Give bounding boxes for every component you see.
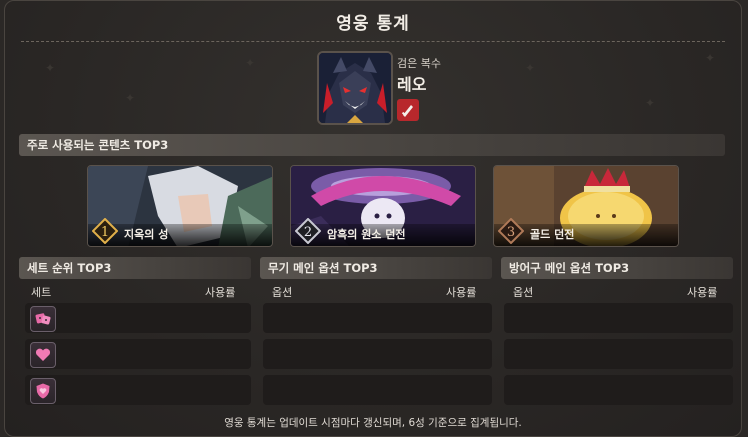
- set-section-header: 세트 순위 TOP3: [19, 257, 251, 279]
- sparkle-decoration: ✦: [525, 61, 536, 75]
- content-name: 골드 던전: [530, 228, 575, 241]
- set-row[interactable]: [25, 303, 251, 333]
- set-row[interactable]: [25, 375, 251, 405]
- armor-option-column-label: 옵션: [513, 286, 534, 299]
- hero-subtitle: 검은 복수: [397, 57, 441, 70]
- set-usage-column-label: 사용률: [205, 286, 236, 299]
- sparkle-decoration: ✦: [245, 56, 256, 70]
- armor-usage-column-label: 사용률: [687, 286, 718, 299]
- weapon-option-row[interactable]: [263, 375, 492, 405]
- content-card-2[interactable]: 2 암흑의 원소 던전: [290, 165, 476, 247]
- svg-text:2: 2: [304, 225, 312, 240]
- svg-text:3: 3: [507, 225, 515, 240]
- armor-option-row[interactable]: [504, 303, 733, 333]
- armor-option-row[interactable]: [504, 339, 733, 369]
- armor-section-header: 방어구 메인 옵션 TOP3: [501, 257, 733, 279]
- footer-note: 영웅 통계는 업데이트 시점마다 갱신되며, 6성 기준으로 집계됩니다.: [224, 417, 522, 429]
- knight-sword-icon: [397, 99, 419, 121]
- hero-stats-panel: ✦ ✦ ✦ ✦ ✦ ✦ 영웅 통계 검은 복수 레오 주로 사용되는 콘텐츠 T…: [4, 0, 742, 437]
- sparkle-decoration: ✦: [705, 51, 716, 65]
- weapon-option-row[interactable]: [263, 303, 492, 333]
- contents-section-header: 주로 사용되는 콘텐츠 TOP3: [19, 134, 725, 156]
- content-name: 지옥의 성: [124, 228, 169, 241]
- shield-heart-set-icon: [30, 378, 56, 404]
- rank-3-icon: 3: [498, 218, 524, 244]
- rank-1-icon: 1: [92, 218, 118, 244]
- sparkle-decoration: ✦: [125, 91, 136, 105]
- hero-portrait: [317, 51, 393, 125]
- sparkle-decoration: ✦: [645, 96, 656, 110]
- hero-name: 레오: [397, 75, 427, 94]
- weapon-section-header: 무기 메인 옵션 TOP3: [260, 257, 492, 279]
- set-row[interactable]: [25, 339, 251, 369]
- sparkle-decoration: ✦: [45, 61, 56, 75]
- armor-option-row[interactable]: [504, 375, 733, 405]
- weapon-option-row[interactable]: [263, 339, 492, 369]
- heart-set-icon: [30, 342, 56, 368]
- dice-set-icon: [30, 306, 56, 332]
- weapon-option-column-label: 옵션: [272, 286, 293, 299]
- weapon-usage-column-label: 사용률: [446, 286, 477, 299]
- content-card-3[interactable]: 3 골드 던전: [493, 165, 679, 247]
- set-column-label: 세트: [31, 286, 52, 299]
- content-card-1[interactable]: 1 지옥의 성: [87, 165, 273, 247]
- rank-2-icon: 2: [295, 218, 321, 244]
- svg-text:1: 1: [101, 225, 109, 240]
- page-title: 영웅 통계: [336, 14, 410, 34]
- title-divider: [21, 41, 725, 42]
- content-name: 암흑의 원소 던전: [327, 228, 406, 241]
